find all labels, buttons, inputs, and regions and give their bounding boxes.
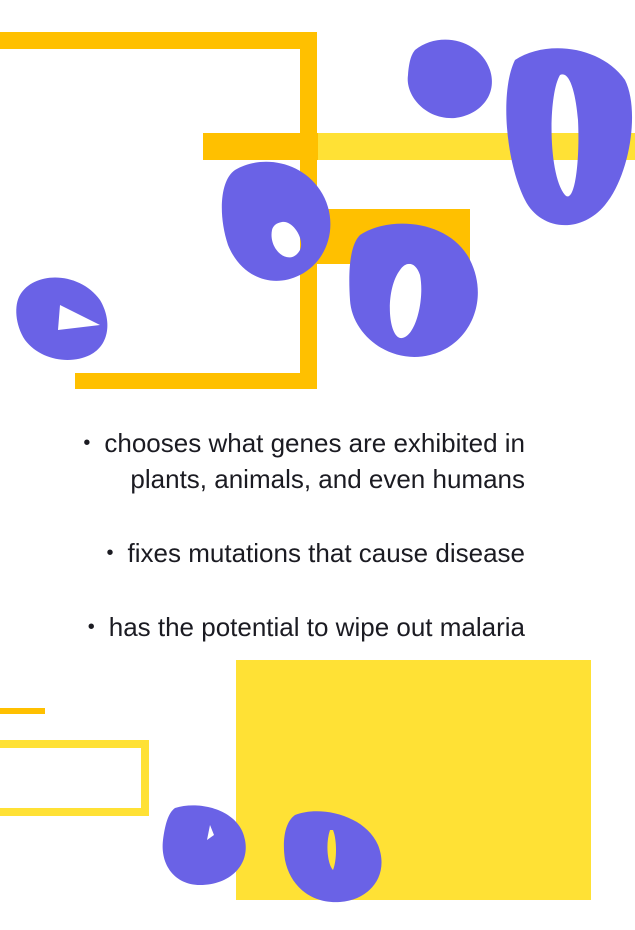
bullet-item: • fixes mutations that cause disease (5, 535, 525, 571)
bullet-list: • chooses what genes are exhibited in pla… (5, 425, 525, 683)
bullet-text: chooses what genes are exhibited in plan… (104, 428, 525, 494)
yellow-frame-bottom-left (0, 740, 149, 816)
bullet-text: fixes mutations that cause disease (127, 538, 525, 568)
bullet-item: • has the potential to wipe out malaria (5, 609, 525, 645)
bullet-marker: • (106, 542, 114, 564)
orange-dash (0, 708, 45, 714)
bullet-marker: • (83, 432, 91, 454)
purple-blob-cluster-top (16, 39, 633, 360)
bullet-item: • chooses what genes are exhibited in pla… (5, 425, 525, 497)
bullet-marker: • (87, 616, 95, 638)
bullet-text: has the potential to wipe out malaria (108, 612, 525, 642)
